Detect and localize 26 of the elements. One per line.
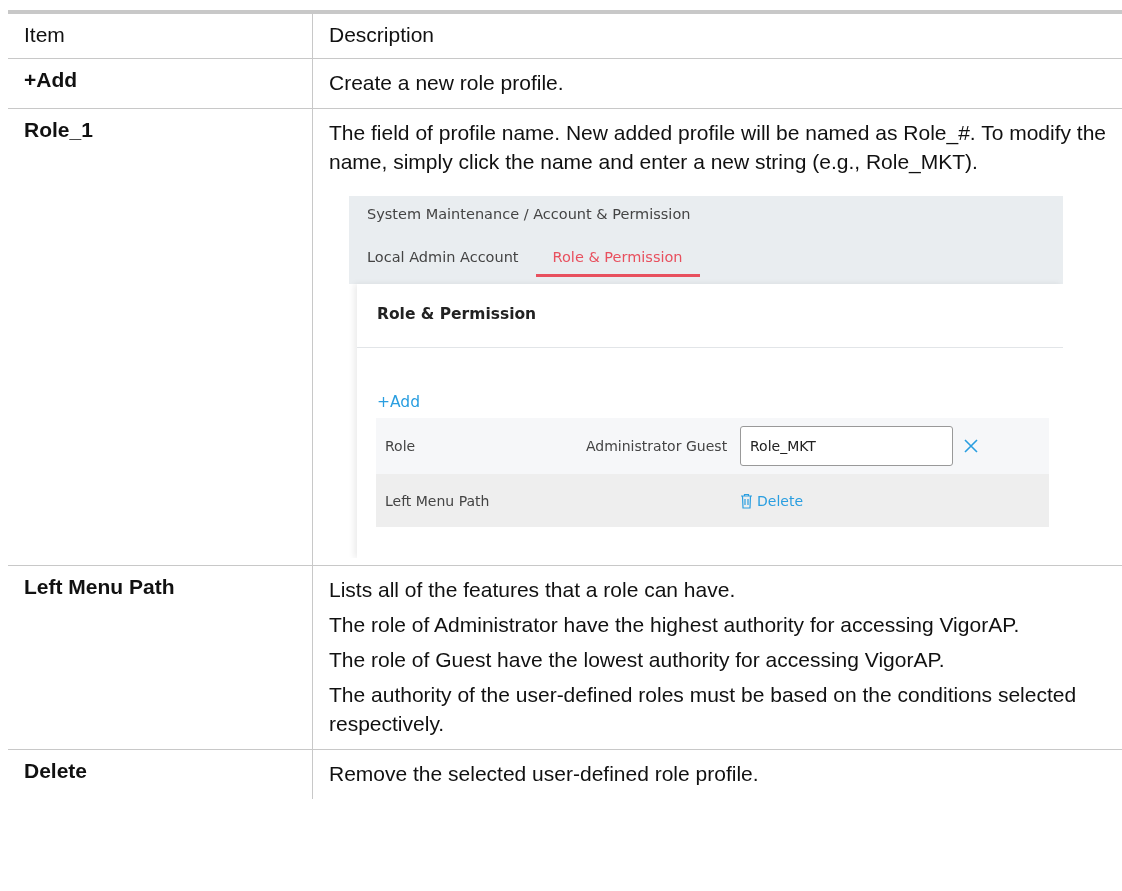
- item-name: +Add: [24, 68, 78, 91]
- add-link[interactable]: +Add: [377, 393, 420, 411]
- description-text: Lists all of the features that a role can have.: [329, 577, 737, 603]
- trash-icon: [740, 492, 753, 509]
- breadcrumb: System Maintenance / Account & Permission: [367, 205, 692, 222]
- description-text: Remove the selected user-defined role profile.: [329, 761, 760, 787]
- row-label: Left Menu Path: [384, 492, 491, 509]
- item-name: Left Menu Path: [24, 575, 175, 598]
- column-header: Item: [24, 23, 65, 46]
- card-title: Role & Permission: [357, 284, 1063, 348]
- item-name: Delete: [24, 759, 88, 782]
- row-label: Role: [384, 438, 417, 454]
- tab[interactable]: Role & Permission: [535, 249, 700, 277]
- column-header: Description: [329, 23, 435, 46]
- name-field[interactable]: Role_MKT: [740, 426, 953, 466]
- column-header: Administrator: [586, 438, 683, 454]
- description-text: The authority of the user-defined roles must be based on the conditions selected respectively.: [329, 682, 1078, 737]
- item-name: Role_1: [24, 118, 93, 141]
- close-icon[interactable]: [963, 438, 979, 454]
- description-text: The role of Guest have the lowest authority for accessing VigorAP.: [329, 647, 946, 673]
- tab[interactable]: Local Admin Account: [367, 249, 536, 277]
- description-text: Create a new role profile.: [329, 70, 565, 96]
- column-header: Guest: [686, 438, 729, 454]
- delete-link[interactable]: Delete: [740, 492, 953, 509]
- description-text: The field of profile name. New added profile will be named as Role_#. To modify the name, simply click the name and enter a new string (e.g., Role_MKT).: [329, 120, 1107, 176]
- description-text: The role of Administrator have the highest authority for accessing VigorAP.: [329, 612, 1021, 638]
